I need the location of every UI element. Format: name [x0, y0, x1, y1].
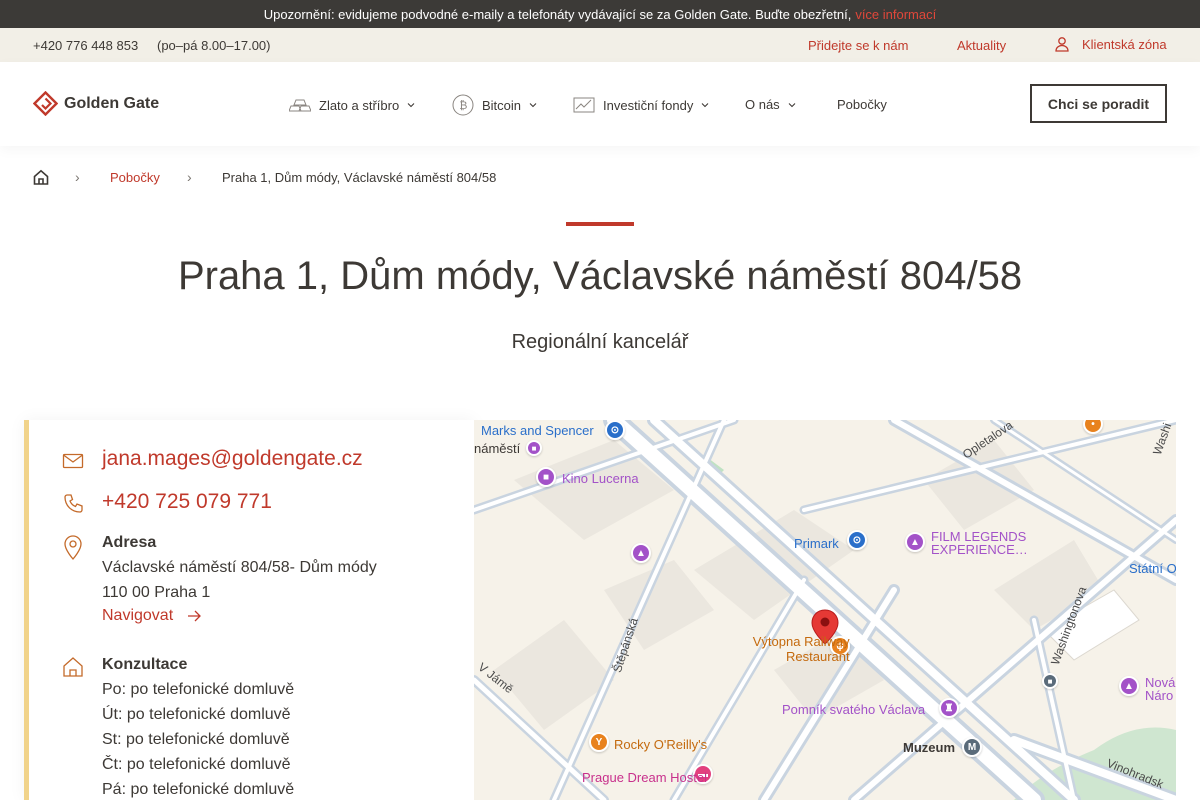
- address-line1: Václavské náměstí 804/58- Dům módy: [102, 559, 377, 576]
- chevron-down-icon: [407, 103, 415, 108]
- map-label-nova-line2: Náro: [1145, 688, 1174, 703]
- fraud-alert-bar: Upozornění: evidujeme podvodné e-maily a…: [0, 0, 1200, 28]
- museum-marker-icon[interactable]: ▲: [1119, 676, 1139, 696]
- hours-wed: St: po telefonické domluvě: [102, 731, 290, 748]
- chevron-down-icon: [701, 103, 709, 108]
- chevron-down-icon: [788, 102, 796, 107]
- phone-link[interactable]: +420 725 079 771: [102, 490, 272, 514]
- location-pin-icon: [64, 535, 82, 560]
- bar-marker-icon[interactable]: Y: [589, 732, 609, 752]
- golden-gate-logo[interactable]: Golden Gate: [33, 91, 159, 116]
- breadcrumb-branches[interactable]: Pobočky: [110, 170, 160, 185]
- address-line2: 110 00 Praha 1: [102, 584, 211, 601]
- page-subtitle: Regionální kancelář: [511, 331, 689, 353]
- address-block: Adresa Václavské náměstí 804/58- Dům mód…: [102, 533, 377, 625]
- bitcoin-icon: ₿: [452, 94, 474, 116]
- map-label-film-legends: FILM LEGENDS EXPERIENCE…: [931, 530, 1028, 556]
- hours-mon: Po: po telefonické domluvě: [102, 681, 295, 698]
- home-icon[interactable]: [33, 169, 49, 185]
- map-label-rocky: Rocky O'Reilly's: [614, 737, 708, 752]
- nav-investment-funds-label: Investiční fondy: [603, 97, 694, 113]
- monument-marker-icon[interactable]: ♜: [939, 698, 959, 718]
- branch-map[interactable]: ⊙ ■ ■ ⊙ ▲ ▲ ψ ♜ ■ ▲ M Y ▬ • Marks and Sp…: [474, 420, 1176, 800]
- map-label-namesti: náměstí: [474, 441, 521, 456]
- shopping-marker-icon[interactable]: ⊙: [847, 530, 867, 550]
- map-label-lucerna: Kino Lucerna: [562, 471, 639, 486]
- breadcrumb: › Pobočky › Praha 1, Dům módy, Václavské…: [33, 168, 633, 188]
- page-title: Praha 1, Dům módy, Václavské náměstí 804…: [177, 254, 1023, 298]
- nav-bitcoin[interactable]: ₿ Bitcoin: [452, 94, 537, 116]
- logo-text: Golden Gate: [64, 94, 160, 112]
- topbar-phone[interactable]: +420 776 448 853: [33, 38, 138, 53]
- hours-tue: Út: po telefonické domluvě: [102, 706, 291, 723]
- consultation-button[interactable]: Chci se poradit: [1030, 84, 1167, 123]
- map-label-statni: Státní O: [1129, 561, 1176, 576]
- nav-gold-silver[interactable]: Zlato a stříbro: [289, 94, 415, 116]
- hours-fri: Pá: po telefonické domluvě: [102, 781, 295, 798]
- map-label-film-line2: EXPERIENCE…: [931, 542, 1028, 557]
- metro-icon[interactable]: M: [962, 737, 982, 757]
- chevron-down-icon: [529, 103, 537, 108]
- shopping-marker-icon[interactable]: ⊙: [605, 420, 625, 440]
- consultation-label: Konzultace: [102, 656, 188, 673]
- client-zone-label: Klientská zóna: [1082, 36, 1167, 52]
- branch-info-panel: jana.mages@goldengate.cz +420 725 079 77…: [24, 420, 474, 800]
- gold-bars-icon: [289, 99, 311, 112]
- join-us-link[interactable]: Přidejte se k nám: [808, 38, 908, 53]
- main-header: Golden Gate Zlato a stříbro ₿ Bitcoin In…: [0, 62, 1200, 146]
- nav-about[interactable]: O nás: [745, 97, 796, 112]
- breadcrumb-separator-icon: ›: [75, 169, 80, 185]
- nav-investment-funds[interactable]: Investiční fondy: [573, 94, 709, 116]
- office-home-icon: [63, 657, 83, 677]
- map-label-nova: Nová Náro: [1145, 676, 1175, 702]
- breadcrumb-current: Praha 1, Dům módy, Václavské náměstí 804…: [222, 170, 497, 185]
- nav-branches-label: Pobočky: [837, 97, 887, 112]
- map-label-vytopna-line1: Výtopna Railway: [752, 634, 850, 649]
- navigate-link[interactable]: Navigovat: [102, 607, 202, 625]
- breadcrumb-separator-icon: ›: [187, 169, 192, 185]
- address-label: Adresa: [102, 534, 157, 551]
- nav-branches[interactable]: Pobočky: [837, 97, 887, 112]
- map-label-muzeum: Muzeum: [903, 740, 955, 755]
- cinema-marker-icon[interactable]: ■: [536, 467, 556, 487]
- envelope-icon: [62, 453, 84, 469]
- title-accent-bar: [566, 222, 634, 226]
- logo-diamond-icon: [33, 91, 58, 116]
- navigate-label: Navigovat: [102, 607, 174, 624]
- arrow-right-icon: [188, 610, 202, 622]
- nav-gold-silver-label: Zlato a stříbro: [319, 97, 400, 113]
- map-label-pomnik: Pomník svatého Václava: [782, 702, 926, 717]
- nav-bitcoin-label: Bitcoin: [482, 97, 522, 113]
- phone-icon: [64, 494, 83, 513]
- svg-text:₿: ₿: [459, 100, 467, 112]
- alert-text: Upozornění: evidujeme podvodné e-maily a…: [263, 6, 852, 22]
- map-label-vytopna: Výtopna Railway Restaurant: [724, 634, 850, 664]
- nav-about-label: O nás: [745, 97, 780, 112]
- map-label-primark: Primark: [794, 536, 839, 551]
- hours-thu: Čt: po telefonické domluvě: [102, 756, 291, 773]
- client-zone-link[interactable]: Klientská zóna: [1054, 36, 1167, 52]
- attraction-marker-icon[interactable]: ▲: [631, 543, 651, 563]
- alert-more-info-link[interactable]: více informací: [855, 7, 936, 22]
- user-icon: [1055, 37, 1069, 52]
- chart-icon: [573, 97, 595, 113]
- map-label-prague-dream: Prague Dream Hostel: [582, 770, 707, 785]
- news-link[interactable]: Aktuality: [957, 38, 1006, 53]
- museum-marker-icon[interactable]: ▲: [905, 532, 925, 552]
- top-info-bar: +420 776 448 853 (po–pá 8.00–17.00) Přid…: [0, 28, 1200, 62]
- bus-stop-icon[interactable]: ■: [1042, 673, 1058, 689]
- email-link[interactable]: jana.mages@goldengate.cz: [102, 447, 363, 471]
- map-label-marks: Marks and Spencer: [481, 423, 594, 438]
- museum-marker-icon[interactable]: ■: [526, 440, 542, 456]
- topbar-hours: (po–pá 8.00–17.00): [157, 38, 271, 53]
- consultation-block: Konzultace Po: po telefonické domluvě Út…: [102, 655, 294, 800]
- map-label-vytopna-line2: Restaurant: [786, 649, 850, 664]
